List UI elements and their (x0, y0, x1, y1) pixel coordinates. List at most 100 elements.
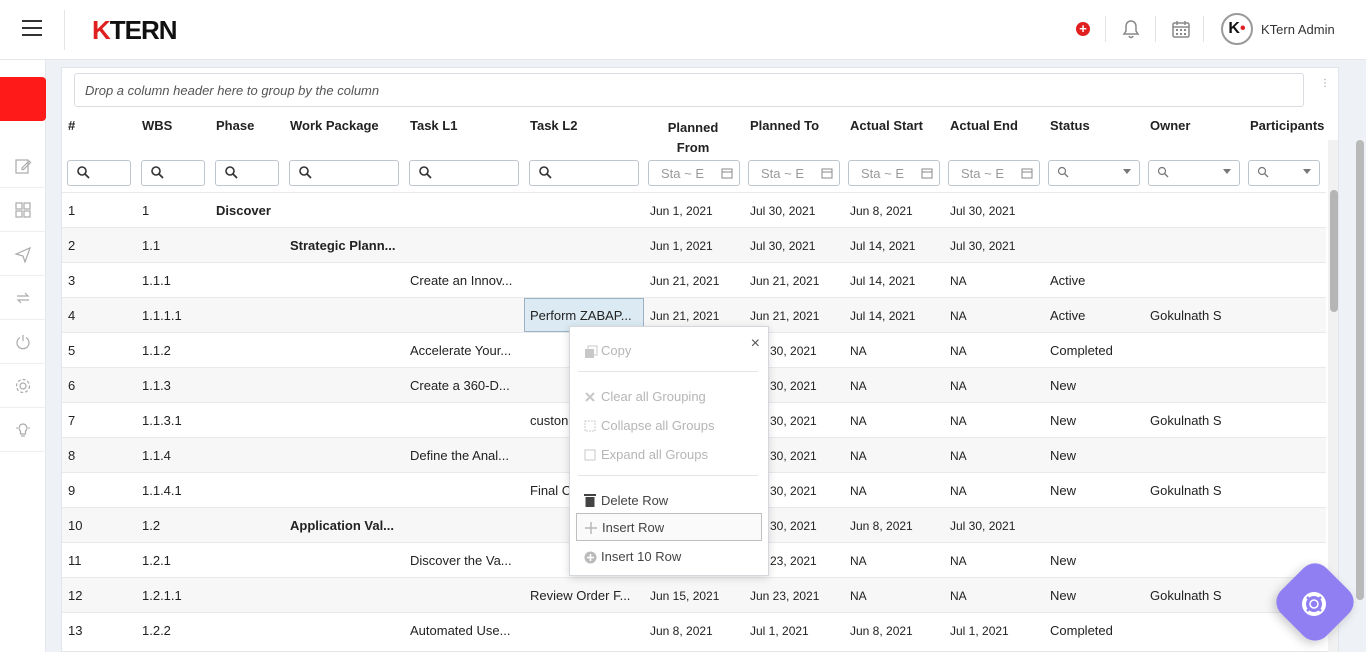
menu-item-expand-groups[interactable]: Expand all Groups (576, 441, 762, 469)
column-header-status[interactable]: Status (1050, 118, 1090, 133)
menu-item-copy[interactable]: Copy (576, 337, 762, 365)
sidebar-active-item[interactable] (0, 77, 46, 121)
cell-number: 4 (68, 308, 76, 323)
user-avatar[interactable]: K • (1221, 13, 1253, 45)
column-header-participants[interactable]: Participants (1250, 118, 1324, 133)
sidebar-settings-icon[interactable] (0, 364, 46, 408)
user-name[interactable]: KTern Admin (1261, 22, 1335, 37)
cell-actual-end: Jul 30, 2021 (950, 239, 1016, 253)
cell-task-l2: Final C (530, 483, 572, 498)
menu-item-label: Delete Row (601, 493, 669, 508)
add-icon[interactable]: + (1072, 18, 1094, 40)
cell-task-l1: Create an Innov... (410, 273, 513, 288)
menu-item-insert-10-row[interactable]: Insert 10 Row (576, 543, 762, 571)
calendar-icon[interactable] (721, 167, 733, 182)
sidebar-grid-icon[interactable] (0, 188, 46, 232)
menu-item-delete-row[interactable]: Delete Row (576, 487, 762, 515)
menu-item-label: Insert Row (602, 520, 665, 535)
cell-number: 11 (68, 553, 82, 568)
left-sidebar (0, 60, 46, 652)
cell-owner: Gokulnath S (1150, 483, 1222, 498)
sidebar-idea-icon[interactable] (0, 408, 46, 452)
table-row[interactable]: 1 1 Discover Jun 1, 2021 Jul 30, 2021 Ju… (62, 192, 1326, 227)
cell-number: 6 (68, 378, 76, 393)
collapse-icon (584, 420, 596, 435)
calendar-icon[interactable] (1170, 18, 1192, 40)
column-header-owner[interactable]: Owner (1150, 118, 1190, 133)
filter-phase-input[interactable] (215, 160, 279, 186)
column-header-task-l1[interactable]: Task L1 (410, 118, 457, 133)
cell-planned-to: 30, 2021 (770, 449, 817, 463)
plus-icon (585, 522, 597, 537)
menu-item-label: Expand all Groups (601, 447, 708, 462)
filter-task-l1-input[interactable] (409, 160, 519, 186)
page-vertical-scrollbar[interactable] (1355, 140, 1365, 652)
sidebar-send-icon[interactable] (0, 232, 46, 276)
sidebar-sync-icon[interactable] (0, 276, 46, 320)
column-header-task-l2[interactable]: Task L2 (530, 118, 577, 133)
column-header-wbs[interactable]: WBS (142, 118, 172, 133)
cell-task-l1: Discover the Va... (410, 553, 512, 568)
filter-owner-dropdown[interactable] (1148, 160, 1240, 186)
plus-circle-icon (584, 551, 597, 567)
menu-item-clear-grouping[interactable]: Clear all Grouping (576, 383, 762, 411)
cell-number: 10 (68, 518, 83, 533)
column-header-work-package[interactable]: Work Package (290, 118, 379, 133)
column-header-number[interactable]: # (68, 118, 75, 133)
cell-status: Completed (1050, 343, 1113, 358)
scrollbar-thumb[interactable] (1330, 190, 1338, 312)
calendar-icon[interactable] (921, 167, 933, 182)
cell-actual-end: NA (950, 309, 967, 323)
filter-wbs-input[interactable] (141, 160, 205, 186)
column-header-planned-to[interactable]: Planned To (750, 118, 819, 133)
cell-planned-to: 30, 2021 (770, 379, 817, 393)
filter-actual-end-daterange[interactable]: Sta ~ E (948, 160, 1040, 186)
cell-planned-to: Jun 21, 2021 (750, 274, 820, 288)
panel-menu-icon[interactable]: ⋮ (1320, 78, 1330, 89)
filter-status-dropdown[interactable] (1048, 160, 1140, 186)
cell-status: New (1050, 483, 1077, 498)
top-header: KTERN + K • KTern Admin (0, 0, 1366, 60)
menu-item-collapse-groups[interactable]: Collapse all Groups (576, 412, 762, 440)
table-row[interactable]: 12 1.2.1.1 Review Order F... Jun 15, 202… (62, 577, 1326, 612)
table-row[interactable]: 2 1.1 Strategic Plann... Jun 1, 2021 Jul… (62, 227, 1326, 262)
context-menu: × Copy Clear all Grouping Collapse all G… (569, 326, 769, 576)
trash-icon (584, 493, 596, 510)
group-drop-area[interactable]: Drop a column header here to group by th… (74, 73, 1304, 107)
filter-work-package-input[interactable] (289, 160, 399, 186)
cell-wbs: 1.2.1.1 (142, 588, 182, 603)
chevron-down-icon (1123, 169, 1131, 174)
cell-task-l1: Create a 360-D... (410, 378, 510, 393)
table-row[interactable]: 13 1.2.2 Automated Use... Jun 8, 2021 Ju… (62, 612, 1326, 647)
search-icon (418, 165, 432, 184)
filter-planned-to-daterange[interactable]: Sta ~ E (748, 160, 840, 186)
ktern-logo[interactable]: KTERN (92, 15, 178, 46)
filter-planned-from-daterange[interactable]: Sta ~ E (648, 160, 740, 186)
bell-icon[interactable] (1120, 18, 1142, 40)
scrollbar-thumb[interactable] (1356, 140, 1364, 600)
calendar-icon[interactable] (1021, 167, 1033, 182)
column-header-phase[interactable]: Phase (216, 118, 254, 133)
sidebar-power-icon[interactable] (0, 320, 46, 364)
cell-wbs: 1.2.1 (142, 553, 171, 568)
cell-actual-end: NA (950, 449, 967, 463)
filter-actual-start-daterange[interactable]: Sta ~ E (848, 160, 940, 186)
column-header-actual-start[interactable]: Actual Start (850, 118, 923, 133)
hamburger-menu-icon[interactable] (22, 20, 42, 36)
cell-actual-start: Jun 8, 2021 (850, 624, 913, 638)
column-header-actual-end[interactable]: Actual End (950, 118, 1018, 133)
cell-actual-end: NA (950, 344, 967, 358)
calendar-icon[interactable] (821, 167, 833, 182)
column-header-planned-from[interactable]: Planned From (660, 118, 726, 158)
filter-task-l2-input[interactable] (529, 160, 639, 186)
sidebar-edit-icon[interactable] (0, 144, 46, 188)
filter-participants-dropdown[interactable] (1248, 160, 1320, 186)
cell-work-package: Application Val... (290, 518, 395, 533)
table-row[interactable]: 3 1.1.1 Create an Innov... Jun 21, 2021 … (62, 262, 1326, 297)
menu-item-label: Copy (601, 343, 632, 358)
filter-number-input[interactable] (67, 160, 131, 186)
menu-item-insert-row[interactable]: Insert Row (576, 513, 762, 541)
cell-wbs: 1.1.3.1 (142, 413, 182, 428)
cell-planned-from: Jun 8, 2021 (650, 624, 713, 638)
cell-actual-start: Jul 14, 2021 (850, 239, 916, 253)
